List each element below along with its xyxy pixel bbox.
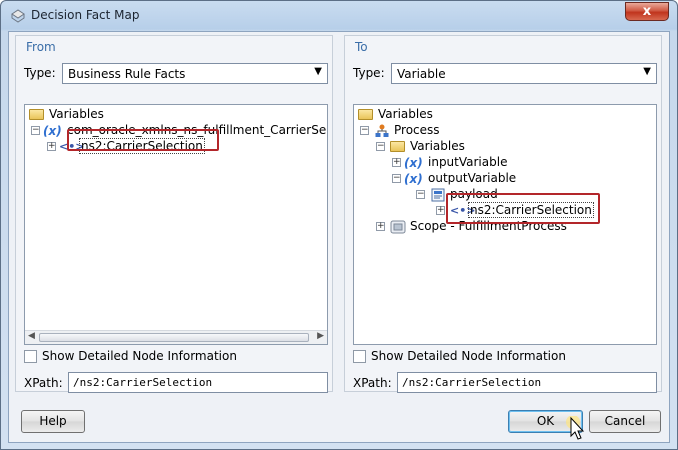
horizontal-scrollbar[interactable]: ◀ ▶ bbox=[25, 330, 327, 344]
chevron-down-icon[interactable]: ▼ bbox=[643, 66, 651, 77]
collapse-icon[interactable]: − bbox=[376, 142, 385, 151]
expand-icon[interactable]: + bbox=[376, 222, 385, 231]
scroll-right-icon[interactable]: ▶ bbox=[317, 331, 324, 341]
tree-node-label: Variables bbox=[378, 107, 433, 121]
scroll-left-icon[interactable]: ◀ bbox=[28, 331, 35, 341]
message-part-icon bbox=[431, 188, 445, 202]
xml-variable-icon: (x) bbox=[43, 124, 62, 138]
tree-node-label: Variables bbox=[49, 107, 104, 121]
tree-node-label: inputVariable bbox=[428, 155, 508, 169]
collapse-icon[interactable]: − bbox=[416, 190, 425, 199]
to-xpath-label: XPath: bbox=[353, 376, 392, 390]
expand-icon[interactable]: + bbox=[47, 142, 56, 151]
to-xpath-field[interactable]: /ns2:CarrierSelection bbox=[397, 372, 657, 393]
to-type-value: Variable bbox=[397, 67, 446, 81]
from-detail-label: Show Detailed Node Information bbox=[42, 349, 237, 363]
scrollbar-thumb[interactable] bbox=[39, 333, 309, 342]
to-type-label: Type: bbox=[353, 66, 385, 80]
scope-icon bbox=[390, 220, 406, 234]
to-legend: To bbox=[355, 40, 368, 54]
highlight-box bbox=[446, 193, 600, 224]
window-title: Decision Fact Map bbox=[31, 8, 140, 22]
from-type-value: Business Rule Facts bbox=[68, 67, 186, 81]
title-bar: Decision Fact Map x bbox=[1, 1, 677, 31]
expand-icon[interactable]: + bbox=[436, 206, 445, 215]
from-type-select[interactable]: Business Rule Facts ▼ bbox=[62, 63, 328, 84]
to-detail-label: Show Detailed Node Information bbox=[371, 349, 566, 363]
to-panel: To Type: Variable ▼ Variables − Process … bbox=[344, 35, 662, 393]
folder-icon bbox=[358, 109, 373, 120]
from-xpath-label: XPath: bbox=[24, 376, 63, 390]
expand-icon[interactable]: + bbox=[392, 158, 401, 167]
from-detail-checkbox[interactable] bbox=[24, 350, 37, 363]
dialog-body: From Type: Business Rule Facts ▼ Variabl… bbox=[8, 31, 670, 443]
app-icon bbox=[11, 9, 25, 23]
from-tree[interactable]: Variables − (x) com_oracle_xmlns_ns_fulf… bbox=[24, 104, 328, 345]
close-button[interactable]: x bbox=[625, 2, 669, 21]
decision-fact-map-dialog: Decision Fact Map x From Type: Business … bbox=[0, 0, 678, 450]
xml-variable-icon: (x) bbox=[404, 172, 423, 186]
folder-icon bbox=[29, 109, 44, 120]
to-type-select[interactable]: Variable ▼ bbox=[391, 63, 657, 84]
from-legend: From bbox=[26, 40, 56, 54]
collapse-icon[interactable]: − bbox=[392, 174, 401, 183]
collapse-icon[interactable]: − bbox=[31, 126, 40, 135]
tree-node-label: outputVariable bbox=[428, 171, 517, 185]
highlight-box bbox=[67, 129, 219, 151]
to-detail-checkbox[interactable] bbox=[353, 350, 366, 363]
from-panel: From Type: Business Rule Facts ▼ Variabl… bbox=[15, 35, 333, 393]
mouse-cursor-icon bbox=[566, 416, 585, 440]
process-icon bbox=[375, 124, 389, 137]
to-tree[interactable]: Variables − Process − Variables + (x) in… bbox=[353, 104, 657, 345]
tree-node-label: Process bbox=[394, 123, 440, 137]
help-button[interactable]: Help bbox=[21, 410, 85, 433]
folder-icon bbox=[390, 141, 405, 152]
collapse-icon[interactable]: − bbox=[360, 126, 369, 135]
from-xpath-field[interactable]: /ns2:CarrierSelection bbox=[68, 372, 328, 393]
chevron-down-icon[interactable]: ▼ bbox=[314, 66, 322, 77]
tree-node-label: Variables bbox=[410, 139, 465, 153]
cancel-button[interactable]: Cancel bbox=[589, 410, 661, 433]
from-type-label: Type: bbox=[24, 66, 56, 80]
xml-variable-icon: (x) bbox=[404, 156, 423, 170]
